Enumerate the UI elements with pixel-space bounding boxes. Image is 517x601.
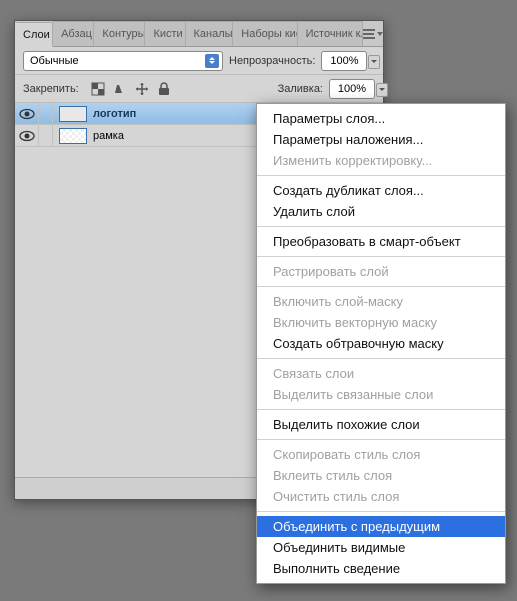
menu-item: Скопировать стиль слоя — [257, 444, 505, 465]
chevron-down-icon — [377, 32, 383, 36]
menu-item[interactable]: Выполнить сведение — [257, 558, 505, 579]
menu-item[interactable]: Параметры наложения... — [257, 129, 505, 150]
link-column — [39, 125, 53, 146]
panel-tabbar: Слои Абзац Контуры Кисти Каналы Наборы к… — [15, 21, 383, 47]
menu-separator — [257, 511, 505, 512]
menu-separator — [257, 358, 505, 359]
panel-menu-button[interactable] — [363, 22, 383, 46]
visibility-toggle[interactable] — [15, 125, 39, 146]
layer-name: рамка — [93, 130, 124, 142]
menu-separator — [257, 409, 505, 410]
lock-fill-row: Закрепить: Заливка: 100% — [15, 75, 383, 103]
blend-mode-value: Обычные — [30, 55, 79, 67]
select-arrows-icon — [205, 54, 219, 68]
menu-item[interactable]: Параметры слоя... — [257, 108, 505, 129]
menu-item[interactable]: Удалить слой — [257, 201, 505, 222]
menu-separator — [257, 439, 505, 440]
tab-presets[interactable]: Наборы кис — [233, 21, 297, 46]
link-column — [39, 103, 53, 124]
menu-separator — [257, 226, 505, 227]
menu-item: Выделить связанные слои — [257, 384, 505, 405]
chevron-down-icon[interactable] — [376, 83, 388, 97]
hamburger-icon — [363, 33, 374, 35]
blend-mode-select[interactable]: Обычные — [23, 51, 223, 71]
tab-paths[interactable]: Контуры — [94, 21, 145, 46]
tab-paragraph[interactable]: Абзац — [53, 21, 94, 46]
layer-name: логотип — [93, 108, 136, 120]
opacity-value: 100% — [330, 55, 358, 67]
menu-item[interactable]: Выделить похожие слои — [257, 414, 505, 435]
menu-separator — [257, 175, 505, 176]
menu-item[interactable]: Создать дубликат слоя... — [257, 180, 505, 201]
tab-channels[interactable]: Каналы — [186, 21, 234, 46]
lock-transparency-icon[interactable] — [89, 80, 107, 98]
lock-position-icon[interactable] — [133, 80, 151, 98]
menu-item: Включить слой-маску — [257, 291, 505, 312]
menu-item: Растрировать слой — [257, 261, 505, 282]
menu-item[interactable]: Объединить видимые — [257, 537, 505, 558]
tab-layers[interactable]: Слои — [15, 22, 53, 47]
tab-brushes[interactable]: Кисти — [145, 21, 185, 46]
lock-all-icon[interactable] — [155, 80, 173, 98]
eye-icon — [19, 108, 35, 120]
menu-item: Очистить стиль слоя — [257, 486, 505, 507]
fill-input[interactable]: 100% — [329, 79, 375, 99]
opacity-label: Непрозрачность: — [229, 55, 315, 67]
lock-pixels-icon[interactable] — [111, 80, 129, 98]
eye-icon — [19, 130, 35, 142]
menu-separator — [257, 256, 505, 257]
layer-thumbnail[interactable] — [59, 128, 87, 144]
menu-item[interactable]: Создать обтравочную маску — [257, 333, 505, 354]
menu-item[interactable]: Преобразовать в смарт-объект — [257, 231, 505, 252]
menu-separator — [257, 286, 505, 287]
menu-item[interactable]: Объединить с предыдущим — [257, 516, 505, 537]
fill-label: Заливка: — [278, 83, 323, 95]
menu-item: Связать слои — [257, 363, 505, 384]
chevron-down-icon[interactable] — [368, 55, 380, 69]
menu-item: Включить векторную маску — [257, 312, 505, 333]
menu-item: Изменить корректировку... — [257, 150, 505, 171]
tab-clone-source[interactable]: Источник кл — [298, 21, 363, 46]
opacity-input[interactable]: 100% — [321, 51, 367, 71]
menu-item: Вклеить стиль слоя — [257, 465, 505, 486]
lock-label: Закрепить: — [23, 83, 79, 95]
fill-value: 100% — [338, 83, 366, 95]
visibility-toggle[interactable] — [15, 103, 39, 124]
layer-context-menu: Параметры слоя...Параметры наложения...И… — [256, 103, 506, 584]
blend-opacity-row: Обычные Непрозрачность: 100% — [15, 47, 383, 75]
layer-thumbnail[interactable] — [59, 106, 87, 122]
